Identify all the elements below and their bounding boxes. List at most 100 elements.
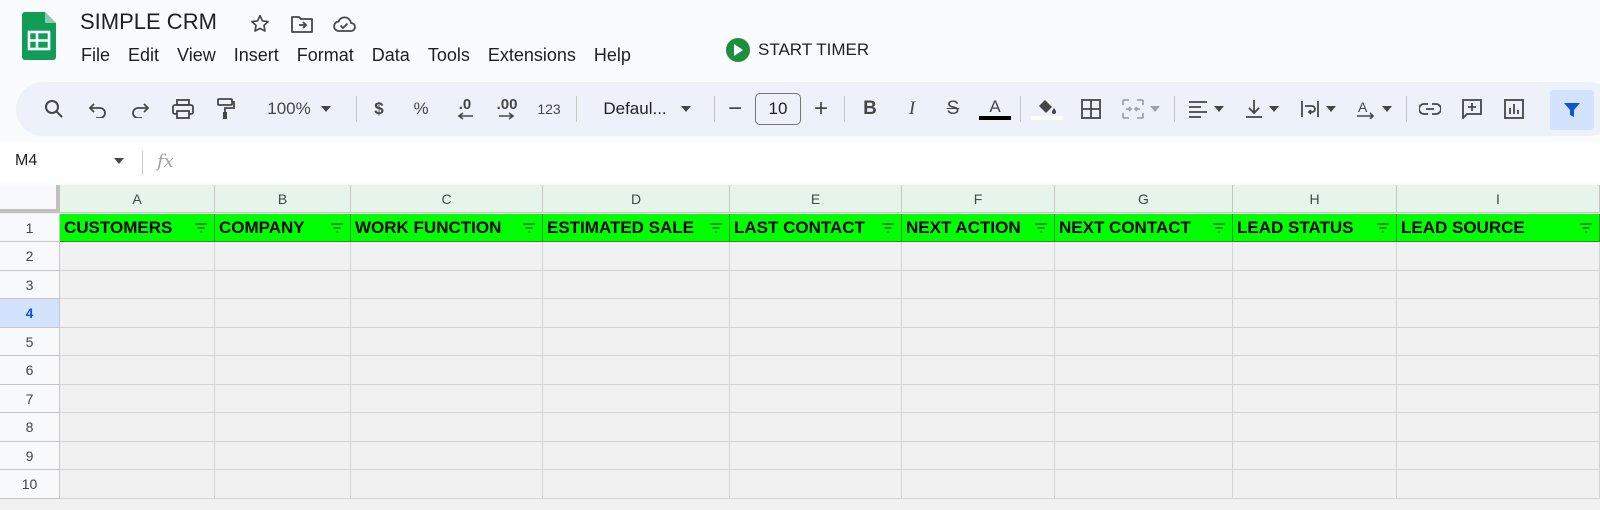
format-percent-button[interactable]: % <box>408 82 434 136</box>
cell-g7[interactable] <box>1055 385 1233 413</box>
cell-d8[interactable] <box>543 413 730 442</box>
move-to-folder-icon[interactable] <box>288 10 316 38</box>
cell-c7[interactable] <box>351 385 543 413</box>
cell-c5[interactable] <box>351 328 543 356</box>
cell-i8[interactable] <box>1397 413 1600 442</box>
increase-font-size-button[interactable]: + <box>808 82 834 136</box>
menu-extensions[interactable]: Extensions <box>479 40 585 70</box>
cell-b10[interactable] <box>215 470 351 499</box>
cell-i5[interactable] <box>1397 328 1600 356</box>
cell-e5[interactable] <box>730 328 902 356</box>
cell-b9[interactable] <box>215 442 351 470</box>
cell-a8[interactable] <box>60 413 215 442</box>
cell-b7[interactable] <box>215 385 351 413</box>
insert-chart-icon[interactable] <box>1498 82 1530 136</box>
menu-help[interactable]: Help <box>585 40 640 70</box>
row-header-8[interactable]: 8 <box>0 413 60 442</box>
cell-i3[interactable] <box>1397 271 1600 299</box>
column-header-f[interactable]: F <box>902 185 1055 213</box>
zoom-select[interactable]: 100% <box>252 82 346 136</box>
column-filter-icon[interactable] <box>522 222 536 234</box>
column-header-i[interactable]: I <box>1397 185 1600 213</box>
cell-e4[interactable] <box>730 299 902 328</box>
cell-i4[interactable] <box>1397 299 1600 328</box>
cell-a10[interactable] <box>60 470 215 499</box>
header-cell-e1[interactable]: LAST CONTACT <box>730 214 902 242</box>
header-cell-a1[interactable]: CUSTOMERS <box>60 214 215 242</box>
cell-e7[interactable] <box>730 385 902 413</box>
row-header-6[interactable]: 6 <box>0 356 60 385</box>
column-header-a[interactable]: A <box>60 185 215 213</box>
insert-comment-icon[interactable] <box>1456 82 1488 136</box>
cell-i9[interactable] <box>1397 442 1600 470</box>
column-filter-icon[interactable] <box>330 222 344 234</box>
text-color-button[interactable]: A <box>978 82 1012 136</box>
cell-i7[interactable] <box>1397 385 1600 413</box>
cell-g6[interactable] <box>1055 356 1233 385</box>
column-filter-icon[interactable] <box>881 222 895 234</box>
cell-f8[interactable] <box>902 413 1055 442</box>
cell-c8[interactable] <box>351 413 543 442</box>
menu-data[interactable]: Data <box>363 40 419 70</box>
row-header-2[interactable]: 2 <box>0 242 60 271</box>
column-header-c[interactable]: C <box>351 185 543 213</box>
column-header-b[interactable]: B <box>215 185 351 213</box>
cell-e8[interactable] <box>730 413 902 442</box>
cell-e6[interactable] <box>730 356 902 385</box>
cell-g5[interactable] <box>1055 328 1233 356</box>
cell-d2[interactable] <box>543 242 730 271</box>
spreadsheet-grid[interactable]: A B C D E F G H I 1 CUSTOMERS COMPANY WORK FUNCTION E… <box>0 185 1600 510</box>
italic-button[interactable]: I <box>898 82 926 136</box>
sheets-logo-icon[interactable] <box>22 12 56 62</box>
cell-b6[interactable] <box>215 356 351 385</box>
document-title[interactable]: SIMPLE CRM <box>80 7 217 37</box>
column-filter-icon[interactable] <box>709 222 723 234</box>
cell-c6[interactable] <box>351 356 543 385</box>
cell-f2[interactable] <box>902 242 1055 271</box>
filter-icon[interactable] <box>1550 90 1594 130</box>
cell-b4[interactable] <box>215 299 351 328</box>
row-header-3[interactable]: 3 <box>0 271 60 299</box>
cell-a6[interactable] <box>60 356 215 385</box>
cell-c3[interactable] <box>351 271 543 299</box>
cell-a9[interactable] <box>60 442 215 470</box>
increase-decimal-button[interactable]: .00 <box>490 82 524 136</box>
cell-g10[interactable] <box>1055 470 1233 499</box>
column-filter-icon[interactable] <box>1376 222 1390 234</box>
column-header-g[interactable]: G <box>1055 185 1233 213</box>
column-header-h[interactable]: H <box>1233 185 1397 213</box>
header-cell-h1[interactable]: LEAD STATUS <box>1233 214 1397 242</box>
borders-icon[interactable] <box>1076 82 1106 136</box>
column-filter-icon[interactable] <box>1579 222 1593 234</box>
menu-format[interactable]: Format <box>288 40 363 70</box>
header-cell-d1[interactable]: ESTIMATED SALE <box>543 214 730 242</box>
cell-d5[interactable] <box>543 328 730 356</box>
cell-h6[interactable] <box>1233 356 1397 385</box>
column-header-e[interactable]: E <box>730 185 902 213</box>
cell-d3[interactable] <box>543 271 730 299</box>
cell-f6[interactable] <box>902 356 1055 385</box>
undo-icon[interactable] <box>82 82 114 136</box>
cell-b5[interactable] <box>215 328 351 356</box>
print-icon[interactable] <box>166 82 200 136</box>
menu-edit[interactable]: Edit <box>119 40 168 70</box>
cell-c4[interactable] <box>351 299 543 328</box>
cell-f5[interactable] <box>902 328 1055 356</box>
select-all-corner[interactable] <box>0 185 60 213</box>
strikethrough-button[interactable]: S <box>938 82 968 136</box>
redo-icon[interactable] <box>124 82 156 136</box>
cell-d4[interactable] <box>543 299 730 328</box>
text-rotation-button[interactable]: A <box>1350 82 1398 136</box>
cell-f4[interactable] <box>902 299 1055 328</box>
more-formats-button[interactable]: 123 <box>532 82 566 136</box>
decrease-decimal-button[interactable]: .0 <box>448 82 482 136</box>
vertical-align-button[interactable] <box>1238 82 1286 136</box>
cell-g8[interactable] <box>1055 413 1233 442</box>
cell-f10[interactable] <box>902 470 1055 499</box>
star-icon[interactable] <box>246 10 274 38</box>
cell-h5[interactable] <box>1233 328 1397 356</box>
header-cell-g1[interactable]: NEXT CONTACT <box>1055 214 1233 242</box>
column-filter-icon[interactable] <box>1034 222 1048 234</box>
cell-f9[interactable] <box>902 442 1055 470</box>
row-header-5[interactable]: 5 <box>0 328 60 356</box>
